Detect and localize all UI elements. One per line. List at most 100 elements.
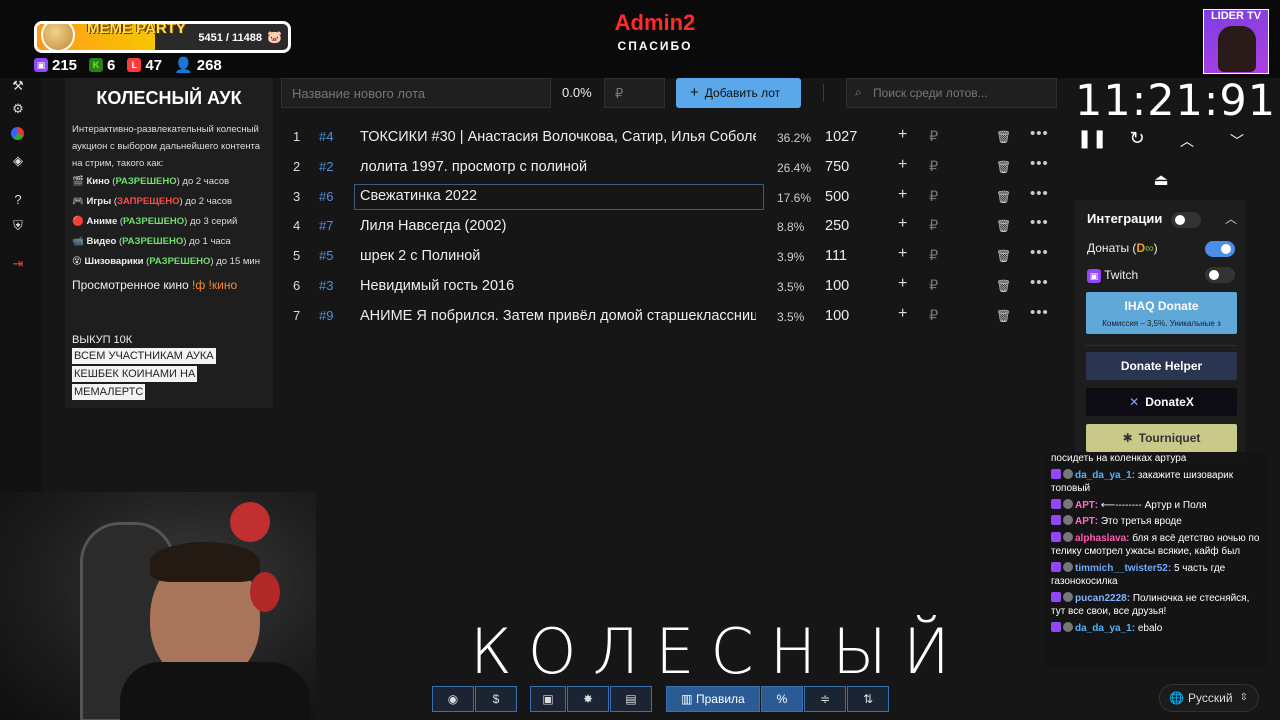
chat-message: pucan2228: Полиночка не стесняйся, тут в…	[1051, 591, 1261, 619]
add-amount-icon[interactable]: +	[898, 305, 907, 323]
lot-row[interactable]: 5 #5 шрек 2 с Полиной 3.9% 111 + ₽ 🗑 •••	[281, 242, 1061, 272]
lot-name[interactable]: АНИМЕ Я побрился. Затем привёл домой ста…	[360, 308, 756, 324]
gear-icon[interactable]: ⚙	[10, 101, 26, 117]
rules-button[interactable]: ▥ Правила	[666, 686, 760, 712]
lot-name[interactable]: Лиля Навсегда (2002)	[360, 218, 756, 234]
ruble-icon[interactable]: ₽	[929, 278, 938, 294]
add-amount-icon[interactable]: +	[898, 215, 907, 233]
add-amount-icon[interactable]: +	[898, 126, 907, 144]
layers-icon[interactable]: ◈	[10, 153, 26, 169]
percent-icon[interactable]: %	[761, 686, 803, 712]
avatar	[1063, 498, 1073, 509]
twitch-icon: ▣	[1087, 269, 1101, 283]
trash-icon[interactable]: 🗑	[996, 160, 1011, 174]
lot-position: 2	[293, 158, 301, 174]
help-icon[interactable]: ?	[10, 192, 26, 208]
amount-input[interactable]	[604, 78, 665, 108]
lot-row[interactable]: 2 #2 лолита 1997. просмотр с полиной 26.4% 7…	[281, 153, 1061, 183]
twitch-toggle[interactable]	[1205, 267, 1235, 283]
ruble-icon[interactable]: ₽	[929, 129, 938, 145]
rules-label: Правила	[695, 692, 745, 706]
stat-value: 47	[145, 56, 163, 74]
lot-row[interactable]: 6 #3 Невидимый гость 2016 3.5% 100 + ₽ 🗑 •••	[281, 272, 1061, 302]
trash-icon[interactable]: 🗑	[996, 309, 1011, 323]
lot-name[interactable]: шрек 2 с Полиной	[360, 248, 756, 264]
chevron-up-icon[interactable]: ︿	[1225, 210, 1237, 227]
more-icon[interactable]: •••	[1030, 155, 1049, 172]
stat-value: 6	[107, 56, 116, 74]
lot-name[interactable]: Невидимый гость 2016	[360, 278, 756, 294]
dollar-icon[interactable]: $	[475, 686, 517, 712]
add-amount-icon[interactable]: +	[898, 245, 907, 263]
trash-icon[interactable]: 🗑	[996, 190, 1011, 204]
chevron-down-icon[interactable]: ﹀	[1227, 131, 1247, 151]
chat-text: ebalo	[1137, 622, 1163, 634]
sort-icon[interactable]: ⇅	[847, 686, 889, 712]
restart-icon[interactable]: ↻	[1127, 128, 1147, 149]
lot-name[interactable]: Свежатинка 2022	[354, 183, 764, 210]
viewed-line: Просмотренное кино !ф !кино	[72, 278, 266, 292]
ruble-icon[interactable]: ₽	[929, 218, 938, 234]
divider	[823, 84, 824, 102]
ihaq-donate-button[interactable]: IHAQ Donate Комиссия – 3,5%. Уникальные …	[1086, 292, 1237, 334]
tourniquet-button[interactable]: ✱ Tourniquet	[1086, 424, 1237, 452]
donate-helper-button[interactable]: Donate Helper	[1086, 352, 1237, 380]
lot-name[interactable]: ТОКСИКИ #30 | Анастасия Волочкова, Сатир…	[360, 129, 756, 145]
add-lot-label: Добавить лот	[704, 86, 781, 100]
pause-icon[interactable]: ❚❚	[1077, 128, 1107, 149]
language-select[interactable]: 🌐 Русский ⇳	[1159, 684, 1259, 712]
shield-icon[interactable]: ⛨	[10, 218, 26, 234]
more-icon[interactable]: •••	[1030, 125, 1049, 142]
trash-icon[interactable]: 🗑	[996, 279, 1011, 293]
lot-name-input[interactable]	[281, 78, 551, 108]
chevron-up-icon[interactable]: ︿	[1177, 131, 1197, 151]
trash-icon[interactable]: 🗑	[996, 219, 1011, 233]
more-icon[interactable]: •••	[1030, 274, 1049, 291]
split-icon[interactable]: ≑	[804, 686, 846, 712]
stat-kick: K6	[89, 56, 115, 74]
chat-message: da_da_ya_1: закажите шизоварик топовый	[1051, 468, 1261, 496]
stream-chat: посидеть на коленках артура da_da_ya_1: з…	[1046, 452, 1266, 668]
stat-vk: L 47	[127, 56, 162, 74]
chat-text: ⟵-------- Артур и Поля	[1100, 499, 1207, 511]
trash-icon[interactable]: 🗑	[996, 249, 1011, 263]
github-icon[interactable]: ◉	[432, 686, 474, 712]
trash-list-icon[interactable]: ▤	[610, 686, 652, 712]
add-amount-icon[interactable]: +	[898, 156, 907, 174]
ruble-icon[interactable]: ₽	[929, 159, 938, 175]
add-amount-icon[interactable]: +	[898, 186, 907, 204]
donations-toggle[interactable]	[1205, 241, 1235, 257]
more-icon[interactable]: •••	[1030, 244, 1049, 261]
more-icon[interactable]: •••	[1030, 185, 1049, 202]
more-icon[interactable]: •••	[1030, 304, 1049, 321]
ruble-icon[interactable]: ₽	[929, 248, 938, 264]
hammer-icon[interactable]: ⚒	[10, 78, 26, 94]
collapse-icon[interactable]: ⏏	[1151, 170, 1171, 190]
lot-row[interactable]: 7 #9 АНИМЕ Я побрился. Затем привёл домой …	[281, 302, 1061, 332]
ihaq-sub: Комиссия – 3,5%. Уникальные з	[1102, 319, 1221, 328]
rule-status: ЗАПРЕЩЕНО	[117, 196, 180, 207]
lot-name[interactable]: лолита 1997. просмотр с полиной	[360, 159, 756, 175]
donatex-button[interactable]: ✕ DonateX	[1086, 388, 1237, 416]
add-amount-icon[interactable]: +	[898, 275, 907, 293]
lot-row[interactable]: 1 #4 ТОКСИКИ #30 | Анастасия Волочкова, Са…	[281, 123, 1061, 153]
lot-row[interactable]: 3 #6 Свежатинка 2022 17.6% 500 + ₽ 🗑 •••	[281, 183, 1061, 213]
ruble-icon[interactable]: ₽	[929, 308, 938, 324]
rule-name: Кино	[86, 176, 110, 187]
add-lot-button[interactable]: + Добавить лот	[676, 78, 801, 108]
bug-icon[interactable]: ✸	[567, 686, 609, 712]
ruble-icon[interactable]: ₽	[929, 189, 938, 205]
chat-message: timmich__twister52: 5 часть где газоноко…	[1051, 561, 1261, 589]
x-icon: ✕	[1129, 395, 1140, 409]
lot-row[interactable]: 4 #7 Лиля Навсегда (2002) 8.8% 250 + ₽ 🗑 •••	[281, 212, 1061, 242]
search-input[interactable]: ⌕ Поиск среди лотов...	[846, 78, 1057, 108]
avatar	[1063, 531, 1073, 542]
trash-icon[interactable]: 🗑	[996, 130, 1011, 144]
more-icon[interactable]: •••	[1030, 214, 1049, 231]
logout-icon[interactable]: ⇥	[10, 256, 26, 272]
chat-username: АРТ:	[1075, 516, 1099, 527]
save-icon[interactable]: ▣	[530, 686, 566, 712]
stat-twitch: ▣ 215	[34, 56, 77, 74]
integrations-toggle[interactable]	[1171, 212, 1201, 228]
wheel-icon[interactable]	[11, 127, 24, 140]
